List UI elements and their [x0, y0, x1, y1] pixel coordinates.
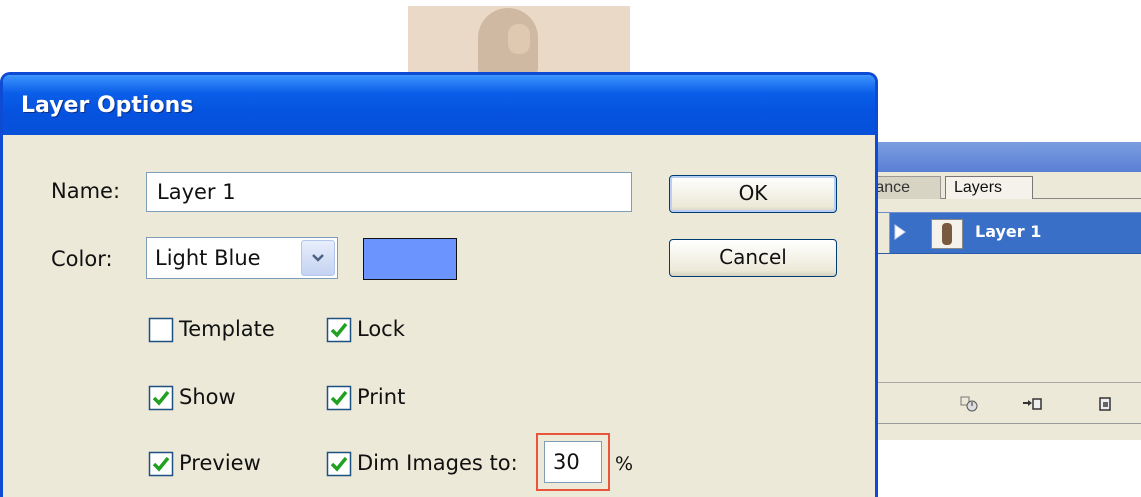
print-checkbox[interactable]: [326, 385, 352, 411]
dialog-titlebar[interactable]: Layer Options: [3, 75, 875, 135]
new-layer-icon[interactable]: [1095, 395, 1117, 413]
preview-label: Preview: [179, 451, 261, 475]
lock-label: Lock: [357, 317, 405, 341]
color-swatch[interactable]: [363, 238, 457, 280]
show-label: Show: [179, 385, 236, 409]
template-label: Template: [179, 317, 275, 341]
chevron-down-icon: [312, 254, 324, 262]
layer-name[interactable]: Layer 1: [975, 222, 1041, 241]
dialog-title: Layer Options: [21, 93, 194, 118]
template-checkbox[interactable]: [148, 317, 174, 343]
layer-thumbnail: [931, 219, 963, 249]
print-label: Print: [357, 385, 406, 409]
artwork-image: [408, 6, 630, 78]
color-dropdown-button[interactable]: [301, 240, 335, 276]
layer-row[interactable]: Layer 1: [861, 212, 1141, 254]
layers-panel: rance Layers Layer 1: [860, 142, 1141, 440]
panel-titlebar: [861, 142, 1141, 172]
percent-label: %: [615, 453, 634, 475]
preview-checkbox[interactable]: [148, 451, 174, 477]
make-clipping-mask-icon[interactable]: [959, 395, 981, 413]
color-label: Color:: [51, 247, 113, 271]
name-label: Name:: [51, 179, 121, 203]
panel-tabstrip: rance Layers: [861, 172, 1141, 199]
color-select[interactable]: Light Blue: [146, 237, 338, 279]
show-checkbox[interactable]: [148, 385, 174, 411]
layer-options-dialog: Layer Options Name: Color: Light Blue OK…: [0, 72, 878, 497]
dim-images-label: Dim Images to:: [357, 451, 518, 475]
cancel-button[interactable]: Cancel: [669, 239, 837, 277]
tab-layers-label: Layers: [954, 179, 1003, 196]
dim-images-checkbox[interactable]: [326, 451, 352, 477]
name-input[interactable]: [146, 172, 632, 212]
ok-button[interactable]: OK: [669, 175, 837, 213]
lock-checkbox[interactable]: [326, 317, 352, 343]
dim-images-input[interactable]: [544, 441, 602, 483]
color-select-value: Light Blue: [155, 246, 261, 270]
new-sublayer-icon[interactable]: [1021, 395, 1043, 413]
panel-footer: [861, 382, 1141, 424]
artwork-face: [508, 24, 530, 54]
tab-layers[interactable]: Layers: [945, 176, 1033, 199]
thumbnail-figure: [942, 223, 952, 245]
expand-triangle-icon[interactable]: [893, 224, 907, 240]
